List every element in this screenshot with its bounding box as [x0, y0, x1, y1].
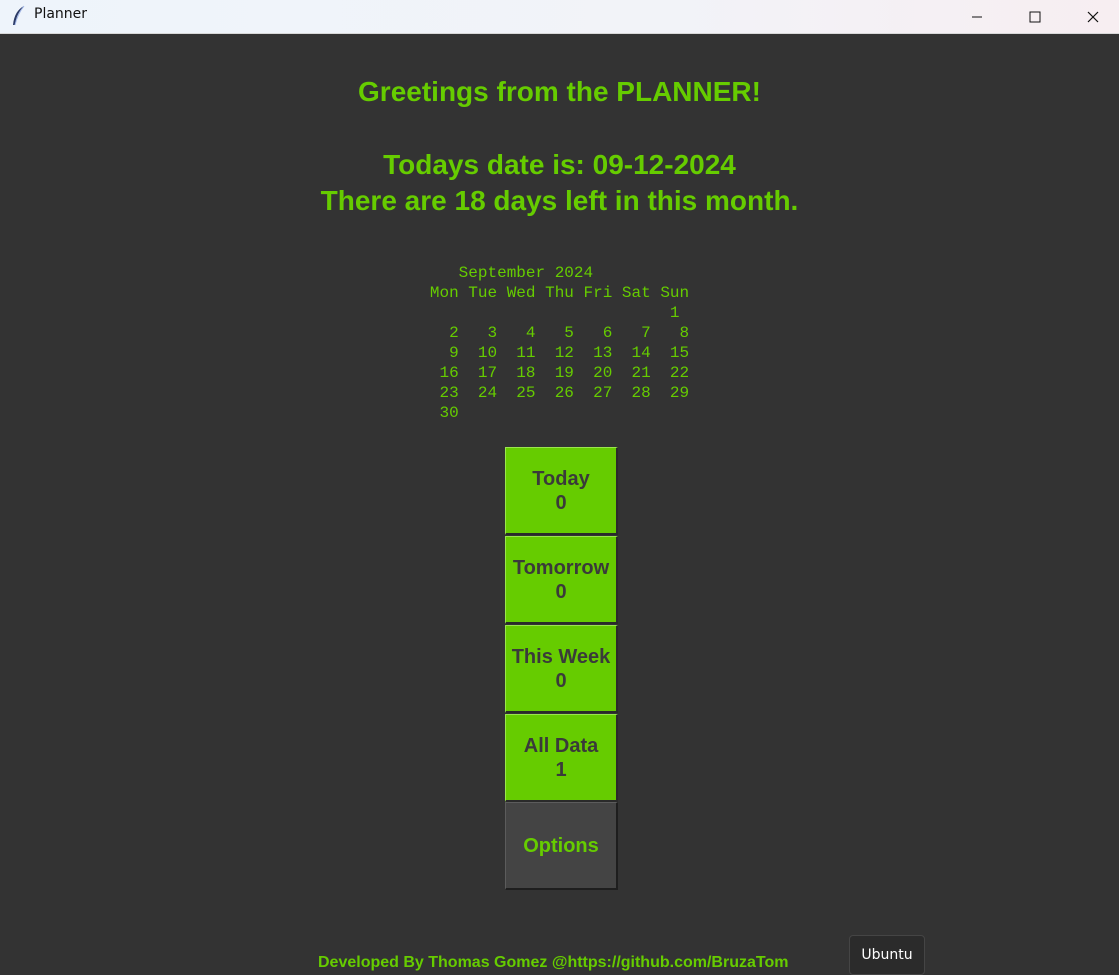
date-line: Todays date is: 09-12-2024	[383, 149, 736, 180]
tomorrow-label: Tomorrow	[512, 556, 610, 579]
developer-credit: Developed By Thomas Gomez @https://githu…	[318, 954, 789, 971]
options-label: Options	[523, 834, 599, 857]
today-button[interactable]: Today 0	[505, 447, 618, 535]
calendar-text: September 2024 Mon Tue Wed Thu Fri Sat S…	[429, 264, 690, 422]
taskbar-tooltip: Ubuntu	[849, 935, 925, 975]
maximize-icon	[1029, 11, 1041, 22]
all-data-count: 1	[555, 758, 567, 781]
tomorrow-count: 0	[555, 580, 567, 603]
window-title: Planner	[34, 6, 88, 22]
greeting-heading: Greetings from the PLANNER!	[358, 76, 761, 107]
this-week-label: This Week	[511, 645, 611, 668]
title-bar: Planner	[0, 0, 1119, 34]
today-label: Today	[532, 467, 590, 490]
all-data-button[interactable]: All Data 1	[505, 714, 618, 802]
close-button[interactable]	[1064, 0, 1119, 33]
minimize-icon	[972, 16, 982, 17]
this-week-count: 0	[555, 669, 567, 692]
days-left-line: There are 18 days left in this month.	[320, 185, 799, 216]
all-data-label: All Data	[523, 734, 599, 757]
feather-icon	[13, 5, 25, 26]
close-icon	[1087, 11, 1099, 22]
month-calendar: September 2024 Mon Tue Wed Thu Fri Sat S…	[0, 263, 1119, 423]
this-week-button[interactable]: This Week 0	[505, 625, 618, 713]
minimize-button[interactable]	[948, 0, 1006, 33]
options-button[interactable]: Options	[505, 802, 618, 890]
maximize-button[interactable]	[1006, 0, 1064, 33]
tomorrow-button[interactable]: Tomorrow 0	[505, 536, 618, 624]
today-count: 0	[555, 491, 567, 514]
